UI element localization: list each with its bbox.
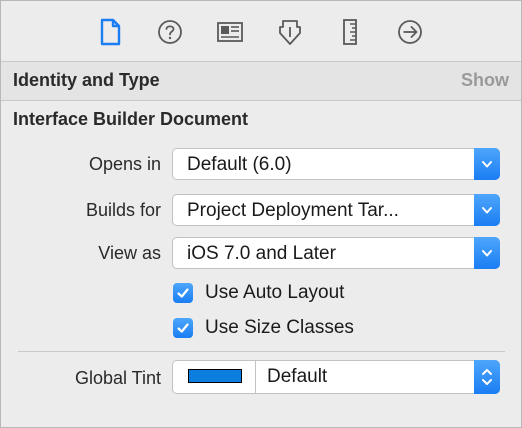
- quick-help-icon: [158, 20, 182, 44]
- connections-inspector-icon: [398, 20, 422, 44]
- builds-for-popup[interactable]: Project Deployment Tar...: [172, 194, 500, 226]
- use-auto-layout-checkbox[interactable]: [173, 283, 193, 303]
- up-down-chevron-icon: [474, 360, 500, 394]
- builds-for-label: Builds for: [85, 200, 161, 220]
- file-inspector-icon: [100, 18, 121, 46]
- use-auto-layout-label: Use Auto Layout: [205, 282, 345, 303]
- chevron-down-icon: [474, 194, 500, 226]
- attributes-inspector-icon: [279, 20, 301, 45]
- separator: [18, 351, 505, 352]
- chevron-down-icon: [474, 148, 500, 180]
- show-button[interactable]: Show: [461, 70, 509, 91]
- tint-color-swatch: [188, 369, 242, 383]
- view-as-popup[interactable]: iOS 7.0 and Later: [172, 237, 500, 269]
- chevron-down-icon: [474, 237, 500, 269]
- view-as-value: iOS 7.0 and Later: [187, 243, 336, 264]
- file-inspector-tab[interactable]: [95, 15, 125, 49]
- global-tint-value: Default: [267, 366, 328, 387]
- identity-inspector-tab[interactable]: [215, 15, 245, 49]
- opens-in-popup[interactable]: Default (6.0): [172, 148, 500, 180]
- ib-document-title: Interface Builder Document: [13, 109, 249, 129]
- section-title: Identity and Type: [13, 70, 160, 90]
- size-inspector-tab[interactable]: [335, 15, 365, 49]
- quick-help-tab[interactable]: [155, 15, 185, 49]
- checkmark-icon: [177, 323, 189, 333]
- tint-color-well[interactable]: [173, 361, 256, 393]
- section-divider: [1, 100, 521, 101]
- global-tint-label: Global Tint: [74, 368, 161, 388]
- opens-in-label: Opens in: [88, 154, 161, 174]
- file-inspector-panel: Identity and Type Show Interface Builder…: [0, 0, 522, 428]
- attributes-inspector-tab[interactable]: [275, 15, 305, 49]
- inspector-toolbar: [1, 1, 521, 61]
- size-inspector-icon: [343, 19, 357, 45]
- identity-and-type-header[interactable]: Identity and Type Show: [1, 62, 521, 100]
- use-size-classes-label: Use Size Classes: [205, 317, 354, 338]
- use-size-classes-checkbox[interactable]: [173, 318, 193, 338]
- global-tint-popup[interactable]: Default: [172, 360, 500, 394]
- opens-in-value: Default (6.0): [187, 154, 292, 175]
- connections-inspector-tab[interactable]: [395, 15, 425, 49]
- checkmark-icon: [177, 288, 189, 298]
- identity-inspector-icon: [217, 22, 243, 42]
- view-as-label: View as: [98, 243, 161, 263]
- builds-for-value: Project Deployment Tar...: [187, 200, 399, 221]
